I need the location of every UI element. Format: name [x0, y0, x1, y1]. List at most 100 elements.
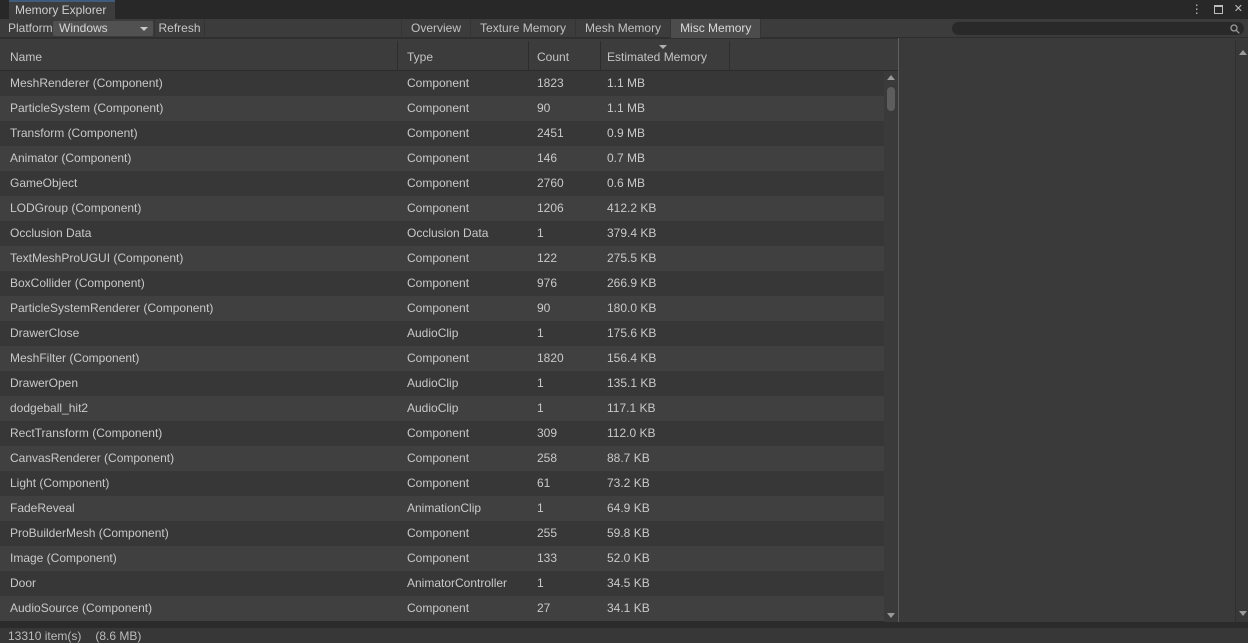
cell-type: AudioClip — [407, 321, 458, 346]
cell-count: 1 — [537, 371, 544, 396]
cell-name: FadeReveal — [10, 496, 75, 521]
cell-memory: 135.1 KB — [607, 371, 656, 396]
table-row[interactable]: AudioSource (Component)Component2734.1 K… — [0, 596, 884, 621]
table-row[interactable]: TextMeshProUGUI (Component)Component1222… — [0, 246, 884, 271]
cell-memory: 0.6 MB — [607, 171, 645, 196]
cell-count: 1 — [537, 496, 544, 521]
table-row[interactable]: Occlusion DataOcclusion Data1379.4 KB — [0, 221, 884, 246]
table-row[interactable]: FadeRevealAnimationClip164.9 KB — [0, 496, 884, 521]
cell-count: 2760 — [537, 171, 564, 196]
cell-memory: 180.0 KB — [607, 296, 656, 321]
table-row[interactable]: MeshFilter (Component)Component1820156.4… — [0, 346, 884, 371]
column-divider[interactable] — [528, 41, 529, 70]
column-divider[interactable] — [600, 41, 601, 70]
platform-dropdown[interactable]: Windows — [53, 21, 153, 36]
cell-type: Component — [407, 146, 469, 171]
table-row[interactable]: Image (Component)Component13352.0 KB — [0, 546, 884, 571]
search-box[interactable] — [951, 21, 1245, 36]
details-panel — [899, 38, 1248, 622]
cell-count: 1820 — [537, 346, 564, 371]
cell-name: TextMeshProUGUI (Component) — [10, 246, 183, 271]
view-tab-misc-memory[interactable]: Misc Memory — [670, 19, 761, 38]
cell-memory: 0.9 MB — [607, 121, 645, 146]
cell-count: 976 — [537, 271, 557, 296]
kebab-menu-icon[interactable]: ⋮ — [1191, 0, 1203, 19]
search-icon — [1230, 24, 1240, 34]
chevron-down-icon — [140, 27, 148, 31]
scroll-down-icon[interactable] — [887, 613, 895, 618]
cell-name: GameObject — [10, 171, 77, 196]
cell-memory: 59.8 KB — [607, 521, 650, 546]
cell-name: Animator (Component) — [10, 146, 131, 171]
cell-memory: 379.4 KB — [607, 221, 656, 246]
cell-count: 1 — [537, 396, 544, 421]
view-tab-overview[interactable]: Overview — [401, 19, 470, 38]
tab-memory-explorer[interactable]: Memory Explorer — [9, 0, 115, 19]
cell-type: Component — [407, 296, 469, 321]
cell-name: ParticleSystemRenderer (Component) — [10, 296, 213, 321]
status-item-count: 13310 item(s) — [8, 629, 81, 643]
memory-explorer-window: Memory Explorer ⋮ ✕ Platform Windows Ref… — [0, 0, 1248, 643]
cell-count: 122 — [537, 246, 557, 271]
column-header-type[interactable]: Type — [407, 50, 433, 64]
cell-memory: 275.5 KB — [607, 246, 656, 271]
cell-type: Component — [407, 421, 469, 446]
column-header-name[interactable]: Name — [10, 50, 42, 64]
close-icon[interactable]: ✕ — [1234, 0, 1243, 19]
scroll-down-icon[interactable] — [1239, 611, 1247, 616]
memory-table: MeshRenderer (Component)Component18231.1… — [0, 71, 884, 621]
cell-type: Occlusion Data — [407, 221, 488, 246]
cell-name: Door — [10, 571, 36, 596]
cell-memory: 156.4 KB — [607, 346, 656, 371]
window-title: Memory Explorer — [15, 3, 106, 17]
cell-name: DrawerClose — [10, 321, 79, 346]
table-row[interactable]: dodgeball_hit2AudioClip1117.1 KB — [0, 396, 884, 421]
view-tab-texture-memory[interactable]: Texture Memory — [470, 19, 575, 38]
cell-memory: 175.6 KB — [607, 321, 656, 346]
cell-memory: 64.9 KB — [607, 496, 650, 521]
table-row[interactable]: ParticleSystem (Component)Component901.1… — [0, 96, 884, 121]
cell-count: 258 — [537, 446, 557, 471]
column-divider[interactable] — [397, 41, 398, 70]
cell-count: 1 — [537, 221, 544, 246]
titlebar: Memory Explorer ⋮ ✕ — [0, 0, 1248, 19]
view-tab-mesh-memory[interactable]: Mesh Memory — [575, 19, 670, 38]
cell-name: Light (Component) — [10, 471, 109, 496]
refresh-button[interactable]: Refresh — [154, 19, 205, 38]
table-row[interactable]: Light (Component)Component6173.2 KB — [0, 471, 884, 496]
scrollbar-thumb[interactable] — [887, 87, 895, 111]
table-row[interactable]: ParticleSystemRenderer (Component) Compon… — [0, 296, 884, 321]
table-row[interactable]: DrawerClose AudioClip 1 175.6 KB — [0, 321, 884, 346]
scroll-up-icon[interactable] — [1239, 50, 1247, 55]
cell-type: AnimatorController — [407, 571, 507, 596]
cell-name: LODGroup (Component) — [10, 196, 141, 221]
table-row[interactable]: RectTransform (Component)Component309112… — [0, 421, 884, 446]
table-row[interactable]: CanvasRenderer (Component)Component25888… — [0, 446, 884, 471]
table-row[interactable]: GameObject Component 2760 0.6 MB — [0, 171, 884, 196]
table-row[interactable]: Transform (Component)Component24510.9 MB — [0, 121, 884, 146]
maximize-icon[interactable] — [1214, 5, 1223, 14]
table-row[interactable]: LODGroup (Component)Component1206412.2 K… — [0, 196, 884, 221]
column-divider[interactable] — [729, 41, 730, 70]
cell-type: Component — [407, 171, 469, 196]
table-scrollbar[interactable] — [884, 71, 898, 622]
cell-name: AudioSource (Component) — [10, 596, 152, 621]
cell-count: 1 — [537, 321, 544, 346]
column-header-estimated-memory[interactable]: Estimated Memory — [607, 50, 707, 64]
cell-type: Component — [407, 596, 469, 621]
table-row[interactable]: DrawerOpenAudioClip1135.1 KB — [0, 371, 884, 396]
column-header-count[interactable]: Count — [537, 50, 569, 64]
sort-descending-icon — [659, 45, 667, 49]
table-row[interactable]: BoxCollider (Component)Component976266.9… — [0, 271, 884, 296]
cell-type: Component — [407, 521, 469, 546]
cell-name: MeshRenderer (Component) — [10, 71, 163, 96]
table-row[interactable]: Animator (Component)Component1460.7 MB — [0, 146, 884, 171]
search-input[interactable] — [959, 22, 1227, 35]
table-row[interactable]: ProBuilderMesh (Component)Component25559… — [0, 521, 884, 546]
table-row[interactable]: MeshRenderer (Component)Component18231.1… — [0, 71, 884, 96]
table-row[interactable]: DoorAnimatorController134.5 KB — [0, 571, 884, 596]
cell-memory: 88.7 KB — [607, 446, 650, 471]
details-panel-scrollbar[interactable] — [1235, 40, 1248, 622]
scroll-up-icon[interactable] — [887, 75, 895, 80]
cell-name: dodgeball_hit2 — [10, 396, 88, 421]
